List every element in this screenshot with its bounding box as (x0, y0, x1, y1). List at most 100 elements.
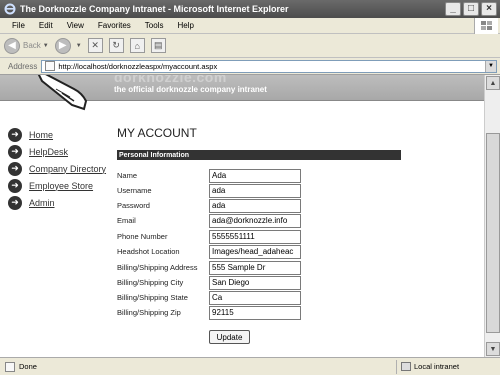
menu-tools[interactable]: Tools (138, 21, 171, 30)
forward-button[interactable]: ▶ ▼ (54, 37, 82, 54)
menu-edit[interactable]: Edit (32, 21, 60, 30)
zip-field[interactable]: 92115 (209, 305, 301, 320)
scroll-up-icon[interactable]: ▲ (486, 76, 500, 90)
nav-link-helpdesk[interactable]: HelpDesk (29, 147, 68, 157)
nav-link-employee-store[interactable]: Employee Store (29, 181, 93, 191)
vertical-scrollbar[interactable]: ▲ ▼ (484, 75, 500, 357)
scroll-thumb[interactable] (486, 133, 500, 333)
address-url: http://localhost/dorknozzleaspx/myaccoun… (58, 61, 218, 71)
email-field[interactable]: ada@dorknozzle.info (209, 213, 301, 228)
print-button[interactable]: ▤ (150, 38, 166, 53)
zip-label: Billing/Shipping Zip (117, 308, 181, 317)
address-label: Address (8, 61, 38, 71)
address-label-field: Billing/Shipping Address (117, 263, 198, 272)
menu-file[interactable]: File (0, 21, 32, 30)
site-header: dorknozzle.com the official dorknozzle c… (0, 75, 484, 111)
chevron-down-icon[interactable]: ▼ (485, 60, 496, 72)
phone-field[interactable]: 5555551111 (209, 229, 301, 244)
form-row-address: Billing/Shipping Address 555 Sample Dr (117, 260, 417, 275)
menu-bar: File Edit View Favorites Tools Help (0, 18, 500, 34)
stop-button[interactable]: ✕ (87, 38, 103, 53)
resize-grip-icon[interactable] (488, 360, 500, 374)
name-field[interactable]: Ada (209, 168, 301, 183)
menu-view[interactable]: View (60, 21, 91, 30)
headshot-field[interactable]: Images/head_adaheac (209, 244, 301, 259)
window-title-bar: The Dorknozzle Company Intranet - Micros… (0, 0, 500, 18)
form-row-phone: Phone Number 5555551111 (117, 229, 417, 244)
close-button[interactable]: × (481, 2, 497, 16)
form-row-email: Email ada@dorknozzle.info (117, 213, 417, 228)
nav-link-home[interactable]: Home (29, 130, 53, 140)
menu-favorites[interactable]: Favorites (91, 21, 138, 30)
nav-link-admin[interactable]: Admin (29, 198, 55, 208)
refresh-button[interactable]: ↻ (108, 38, 124, 53)
update-button[interactable]: Update (209, 330, 250, 344)
headshot-label: Headshot Location (117, 247, 180, 256)
page-title: MY ACCOUNT (117, 126, 197, 140)
password-field[interactable]: ada (209, 198, 301, 213)
nav-item-home[interactable]: ➜ Home (8, 126, 106, 143)
maximize-button[interactable]: □ (463, 2, 479, 16)
city-field[interactable]: San Diego (209, 275, 301, 290)
site-tagline: the official dorknozzle company intranet (114, 85, 267, 94)
stop-icon: ✕ (87, 38, 103, 53)
window-title: The Dorknozzle Company Intranet - Micros… (20, 4, 289, 14)
form-row-state: Billing/Shipping State Ca (117, 290, 417, 305)
nav-item-company-directory[interactable]: ➜ Company Directory (8, 160, 106, 177)
phone-label: Phone Number (117, 232, 168, 241)
chevron-down-icon: ▼ (42, 42, 49, 49)
arrow-right-icon: ➜ (8, 161, 22, 176)
nav-item-admin[interactable]: ➜ Admin (8, 194, 106, 211)
city-label: Billing/Shipping City (117, 278, 184, 287)
home-icon: ⌂ (129, 38, 145, 53)
menu-help[interactable]: Help (170, 21, 200, 30)
address-bar: Address http://localhost/dorknozzleaspx/… (0, 58, 500, 75)
refresh-icon: ↻ (108, 38, 124, 53)
address-input[interactable]: http://localhost/dorknozzleaspx/myaccoun… (41, 59, 497, 73)
arrow-right-icon: ➜ (8, 144, 22, 159)
printer-icon: ▤ (150, 38, 166, 53)
page-viewport: dorknozzle.com the official dorknozzle c… (0, 75, 484, 357)
scroll-down-icon[interactable]: ▼ (486, 342, 500, 356)
internet-explorer-icon (3, 3, 16, 16)
home-button[interactable]: ⌂ (129, 38, 145, 53)
form-row-name: Name Ada (117, 168, 417, 183)
arrow-right-icon: ➜ (8, 178, 22, 193)
form-row-city: Billing/Shipping City San Diego (117, 275, 417, 290)
section-header: Personal Information (117, 150, 401, 160)
section-title: Personal Information (119, 151, 190, 159)
form-row-zip: Billing/Shipping Zip 92115 (117, 305, 417, 320)
nav-item-helpdesk[interactable]: ➜ HelpDesk (8, 143, 106, 160)
page-icon (45, 61, 56, 71)
back-arrow-icon: ◀ (4, 37, 20, 54)
security-zone: Local intranet (396, 359, 488, 374)
email-label: Email (117, 216, 136, 225)
form-row-username: Username ada (117, 183, 417, 198)
nav-link-company-directory[interactable]: Company Directory (29, 164, 106, 174)
windows-logo-icon (474, 18, 498, 34)
state-label: Billing/Shipping State (117, 293, 188, 302)
form-row-password: Password ada (117, 198, 417, 213)
standard-toolbar: ◀ Back ▼ ▶ ▼ ✕ ↻ ⌂ ▤ (0, 34, 500, 58)
arrow-right-icon: ➜ (8, 127, 22, 142)
minimize-button[interactable]: _ (445, 2, 461, 16)
back-label: Back (23, 41, 41, 50)
back-button[interactable]: ◀ Back ▼ (4, 37, 49, 54)
nav-item-employee-store[interactable]: ➜ Employee Store (8, 177, 106, 194)
sidebar-nav: ➜ Home ➜ HelpDesk ➜ Company Directory ➜ … (8, 126, 106, 211)
dorknozzle-logo-art-icon (37, 75, 88, 111)
name-label: Name (117, 171, 138, 180)
zone-label: Local intranet (414, 362, 460, 371)
form-row-headshot: Headshot Location Images/head_adaheac (117, 244, 417, 259)
username-field[interactable]: ada (209, 183, 301, 198)
username-label: Username (117, 186, 152, 195)
password-label: Password (117, 201, 150, 210)
address-field[interactable]: 555 Sample Dr (209, 260, 301, 275)
state-field[interactable]: Ca (209, 290, 301, 305)
computer-icon (401, 362, 411, 371)
arrow-right-icon: ➜ (8, 195, 22, 210)
chevron-down-icon: ▼ (75, 42, 82, 49)
site-logo-text: dorknozzle.com (114, 75, 227, 85)
page-done-icon (5, 361, 15, 372)
forward-arrow-icon: ▶ (54, 37, 71, 54)
